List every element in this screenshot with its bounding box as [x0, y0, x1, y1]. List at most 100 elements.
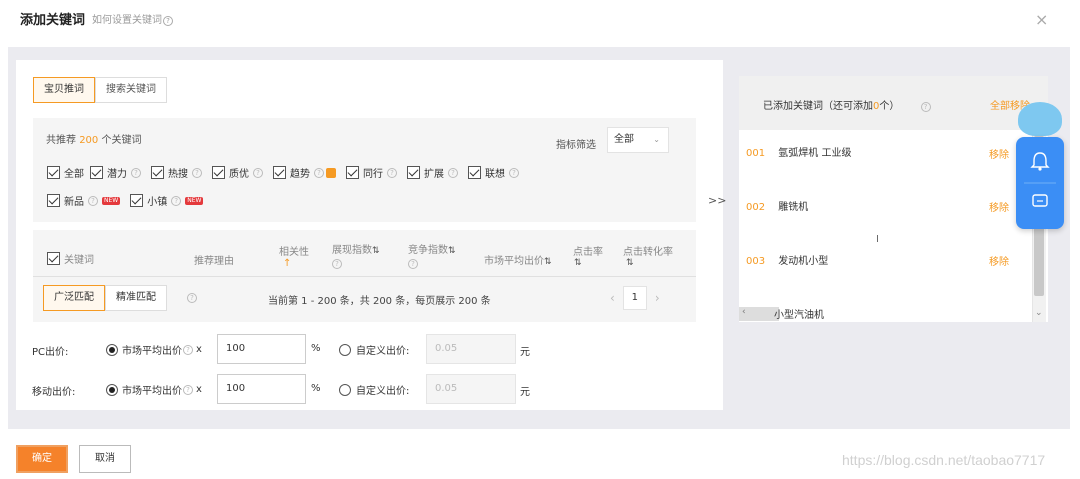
cancel-button[interactable]: 取消	[79, 445, 131, 473]
column-header-cvr[interactable]: 点击转化率	[623, 243, 673, 258]
broad-match-button[interactable]: 广泛匹配	[43, 285, 105, 311]
pc-bid-percent-input[interactable]: 100	[217, 334, 306, 364]
checkbox-icon[interactable]	[407, 166, 420, 179]
help-icon: ?	[509, 167, 519, 178]
sort-icon[interactable]: ⇅	[544, 257, 552, 267]
keyword-text: 氩弧焊机 工业级	[778, 148, 852, 159]
checkbox-extend[interactable]: 扩展?	[407, 165, 462, 180]
checkbox-associate[interactable]: 联想?	[468, 165, 523, 180]
checkbox-icon[interactable]	[47, 252, 60, 265]
checkbox-label: 同行	[363, 169, 383, 180]
mobile-custom-bid-option[interactable]: 自定义出价:	[339, 382, 409, 397]
percent-label: %	[311, 343, 321, 354]
mobile-bid-percent-input[interactable]: 100	[217, 374, 306, 404]
column-header-competition-label: 竞争指数	[408, 245, 448, 256]
column-header-competition[interactable]: 竞争指数⇅	[408, 241, 456, 256]
floating-toolbar	[1016, 137, 1064, 229]
sort-icon[interactable]: ⇅	[448, 246, 456, 256]
new-badge: NEW	[102, 196, 121, 205]
tab-search-keyword[interactable]: 搜索关键词	[95, 77, 167, 103]
dialog-title: 添加关键词	[20, 13, 86, 28]
checkbox-small-town[interactable]: 小镇? NEW	[130, 193, 207, 208]
column-header-avg-bid-label: 市场平均出价	[484, 256, 544, 267]
confirm-button[interactable]: 确定	[16, 445, 68, 473]
checkbox-quality[interactable]: 质优?	[212, 165, 267, 180]
tab-item-recommend[interactable]: 宝贝推词	[33, 77, 95, 103]
help-icon: ?	[408, 259, 418, 269]
help-link-label[interactable]: 如何设置关键词	[92, 15, 162, 26]
transfer-arrow[interactable]: >>	[708, 194, 726, 207]
help-icon: ?	[253, 167, 263, 178]
radio-selected[interactable]	[106, 383, 118, 396]
recommend-count-prefix: 共推荐	[46, 135, 76, 146]
page-number[interactable]: 1	[622, 286, 647, 310]
column-header-reason: 推荐理由	[194, 256, 234, 267]
column-header-relevance[interactable]: 相关性	[279, 243, 309, 258]
sort-icon[interactable]: ⇅	[574, 258, 582, 268]
mobile-custom-bid-label: 自定义出价:	[356, 386, 410, 397]
bell-icon[interactable]	[1030, 152, 1050, 171]
divider	[33, 276, 696, 277]
multiply-label: x	[196, 344, 202, 355]
checkbox-icon[interactable]	[151, 166, 164, 179]
select-all-keyword[interactable]: 关键词	[47, 251, 94, 266]
mobile-custom-bid-input[interactable]: 0.05	[426, 374, 516, 404]
help-link[interactable]: 如何设置关键词?	[92, 11, 173, 26]
checkbox-icon[interactable]	[346, 166, 359, 179]
mascot-icon[interactable]	[1018, 102, 1062, 136]
help-icon: ?	[131, 167, 141, 178]
recommend-count-suffix: 个关键词	[101, 135, 142, 146]
checkbox-peer[interactable]: 同行?	[346, 165, 401, 180]
checkbox-icon[interactable]	[130, 194, 144, 207]
remove-link[interactable]: 移除	[989, 146, 1009, 161]
pc-custom-bid-input[interactable]: 0.05	[426, 334, 516, 364]
pc-custom-bid-option[interactable]: 自定义出价:	[339, 342, 409, 357]
filter-select[interactable]: 全部 ⌄	[607, 127, 669, 153]
floating-toolbar-icons	[1024, 152, 1056, 207]
column-header-impressions[interactable]: 展现指数⇅	[332, 241, 380, 256]
radio-selected[interactable]	[106, 343, 118, 356]
checkbox-potential[interactable]: 潜力?	[90, 165, 145, 180]
checkbox-label: 联想	[485, 169, 505, 180]
mobile-bid-label: 移动出价:	[32, 387, 76, 398]
remove-link[interactable]: 移除	[989, 199, 1009, 214]
filter-checkbox-row-1: 全部 潜力? 热搜? 质优? 趋势? 同行? 扩展? 联想?	[47, 165, 529, 180]
pc-market-bid-option[interactable]: 市场平均出价 ? x	[106, 342, 202, 357]
column-header-ctr[interactable]: 点击率	[573, 243, 603, 258]
scroll-down-icon[interactable]: ⌄	[1035, 308, 1043, 318]
close-icon[interactable]: ×	[1035, 10, 1048, 29]
checkbox-label: 热搜	[168, 169, 188, 180]
help-icon: ?	[192, 167, 202, 178]
checkbox-label: 新品	[64, 197, 84, 208]
mobile-market-bid-option[interactable]: 市场平均出价 ? x	[106, 382, 202, 397]
checkbox-hot[interactable]: 热搜?	[151, 165, 206, 180]
next-page-icon[interactable]: ›	[655, 291, 660, 305]
sort-icon[interactable]: ⇅	[626, 258, 634, 268]
recommend-count: 共推荐 200 个关键词	[46, 131, 141, 146]
sort-up-icon[interactable]: ↑	[283, 258, 291, 269]
checkbox-icon[interactable]	[212, 166, 225, 179]
prev-page-icon[interactable]: ‹	[610, 291, 615, 305]
chat-icon[interactable]	[1032, 194, 1048, 207]
checkbox-icon[interactable]	[47, 166, 60, 179]
column-header-avg-bid[interactable]: 市场平均出价⇅	[484, 252, 552, 267]
added-keyword-row: 001 氩弧焊机 工业级	[746, 144, 851, 159]
multiply-label: x	[196, 384, 202, 395]
checkbox-new-product[interactable]: 新品? NEW	[47, 193, 124, 208]
pagination: ‹ 1 ›	[610, 286, 660, 310]
filter-label: 指标筛选	[556, 140, 596, 151]
radio-unselected[interactable]	[339, 343, 351, 356]
exact-match-button[interactable]: 精准匹配	[105, 285, 167, 311]
pc-bid-label: PC出价:	[32, 347, 69, 358]
checkbox-icon[interactable]	[273, 166, 286, 179]
checkbox-all[interactable]: 全部	[47, 165, 84, 180]
checkbox-trend[interactable]: 趋势?	[273, 165, 340, 180]
sort-icon[interactable]: ⇅	[372, 246, 380, 256]
radio-unselected[interactable]	[339, 383, 351, 396]
remove-link[interactable]: 移除	[989, 253, 1009, 268]
checkbox-icon[interactable]	[47, 194, 60, 207]
added-title-suffix: 个）	[879, 101, 900, 112]
scroll-left-icon[interactable]: ‹	[742, 307, 746, 317]
checkbox-icon[interactable]	[90, 166, 103, 179]
checkbox-icon[interactable]	[468, 166, 481, 179]
